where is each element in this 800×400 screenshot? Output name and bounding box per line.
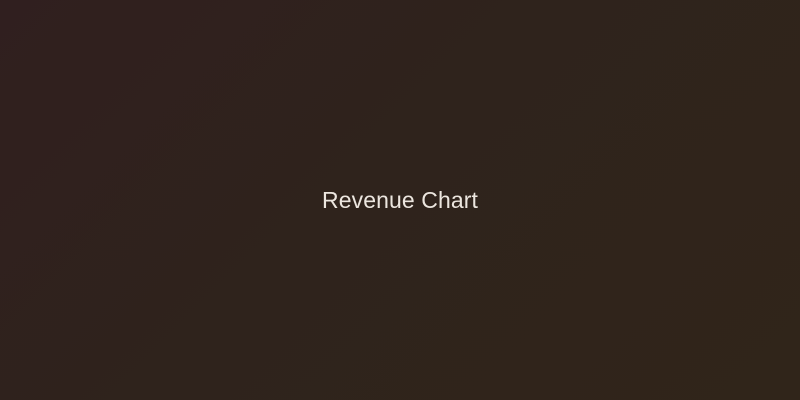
chart-placeholder: Revenue Chart bbox=[0, 0, 800, 400]
placeholder-label: Revenue Chart bbox=[322, 186, 478, 213]
